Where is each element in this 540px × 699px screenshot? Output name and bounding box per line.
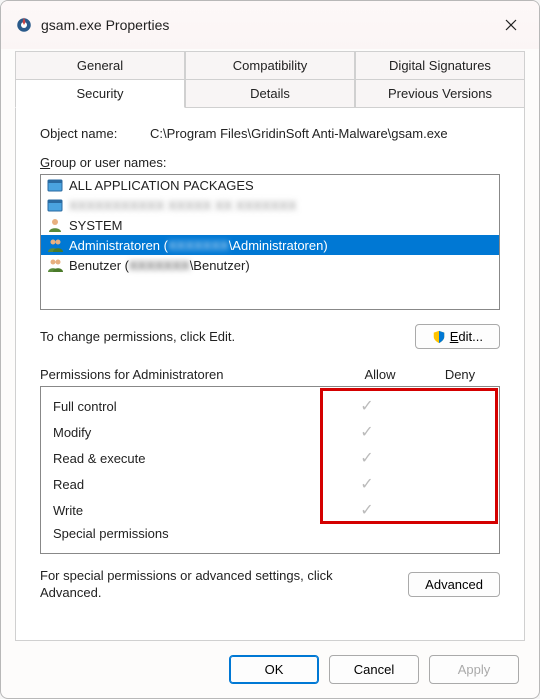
edit-row: To change permissions, click Edit. Edit.… — [40, 324, 500, 349]
tab-digital-signatures[interactable]: Digital Signatures — [355, 51, 525, 80]
tab-details[interactable]: Details — [185, 80, 355, 108]
permissions-list: Full control✓Modify✓Read & execute✓Read✓… — [40, 386, 500, 554]
tab-strip: General Compatibility Digital Signatures… — [1, 51, 539, 108]
tab-content: Object name: C:\Program Files\GridinSoft… — [15, 108, 525, 641]
titlebar: gsam.exe Properties — [1, 1, 539, 49]
permission-row: Write✓ — [41, 497, 499, 523]
permissions-for-label: Permissions for Administratoren — [40, 367, 340, 382]
permission-name: Read — [53, 477, 327, 492]
list-item[interactable]: Administratoren (XXXXXXX\Administratoren… — [41, 235, 499, 255]
permission-row: Full control✓ — [41, 393, 499, 419]
tab-previous-versions[interactable]: Previous Versions — [355, 80, 525, 108]
permission-row: Read✓ — [41, 471, 499, 497]
advanced-hint-text: For special permissions or advanced sett… — [40, 568, 396, 602]
list-item[interactable]: XXXXXXXXXXX XXXXX XX XXXXXXX — [41, 195, 499, 215]
permission-name: Full control — [53, 399, 327, 414]
permissions-header: Permissions for Administratoren Allow De… — [40, 367, 500, 382]
permission-name: Special permissions — [53, 526, 327, 541]
edit-button[interactable]: Edit... — [415, 324, 500, 349]
allow-column-header: Allow — [340, 367, 420, 382]
close-icon — [505, 19, 517, 31]
permission-name: Modify — [53, 425, 327, 440]
tab-security[interactable]: Security — [15, 80, 185, 108]
advanced-row: For special permissions or advanced sett… — [40, 568, 500, 602]
object-name-row: Object name: C:\Program Files\GridinSoft… — [40, 126, 500, 141]
app-icon — [15, 16, 33, 34]
advanced-button[interactable]: Advanced — [408, 572, 500, 597]
dialog-footer: OK Cancel Apply — [1, 641, 539, 698]
list-item[interactable]: ALL APPLICATION PACKAGES — [41, 175, 499, 195]
cancel-button[interactable]: Cancel — [329, 655, 419, 684]
edit-button-label: Edit... — [450, 329, 483, 344]
permission-row: Modify✓ — [41, 419, 499, 445]
list-item[interactable]: Benutzer (XXXXXXX\Benutzer) — [41, 255, 499, 275]
close-button[interactable] — [497, 11, 525, 39]
window-title: gsam.exe Properties — [41, 17, 497, 33]
allow-check: ✓ — [327, 474, 407, 494]
allow-check: ✓ — [327, 396, 407, 416]
ok-button[interactable]: OK — [229, 655, 319, 684]
allow-check: ✓ — [327, 422, 407, 442]
allow-check: ✓ — [327, 448, 407, 468]
group-names-label: Group or user names: — [40, 155, 500, 170]
properties-dialog: gsam.exe Properties General Compatibilit… — [0, 0, 540, 699]
allow-check: ✓ — [327, 500, 407, 520]
list-item[interactable]: SYSTEM — [41, 215, 499, 235]
group-names-list[interactable]: ALL APPLICATION PACKAGESXXXXXXXXXXX XXXX… — [40, 174, 500, 310]
advanced-button-label: Advanced — [425, 577, 483, 592]
permission-name: Read & execute — [53, 451, 327, 466]
deny-column-header: Deny — [420, 367, 500, 382]
permission-row: Read & execute✓ — [41, 445, 499, 471]
apply-button[interactable]: Apply — [429, 655, 519, 684]
object-name-value: C:\Program Files\GridinSoft Anti-Malware… — [150, 126, 448, 141]
permission-row: Special permissions — [41, 523, 499, 544]
tab-compatibility[interactable]: Compatibility — [185, 51, 355, 80]
tab-general[interactable]: General — [15, 51, 185, 80]
object-name-label: Object name: — [40, 126, 150, 141]
edit-hint-text: To change permissions, click Edit. — [40, 329, 415, 344]
shield-icon — [432, 330, 446, 344]
permission-name: Write — [53, 503, 327, 518]
